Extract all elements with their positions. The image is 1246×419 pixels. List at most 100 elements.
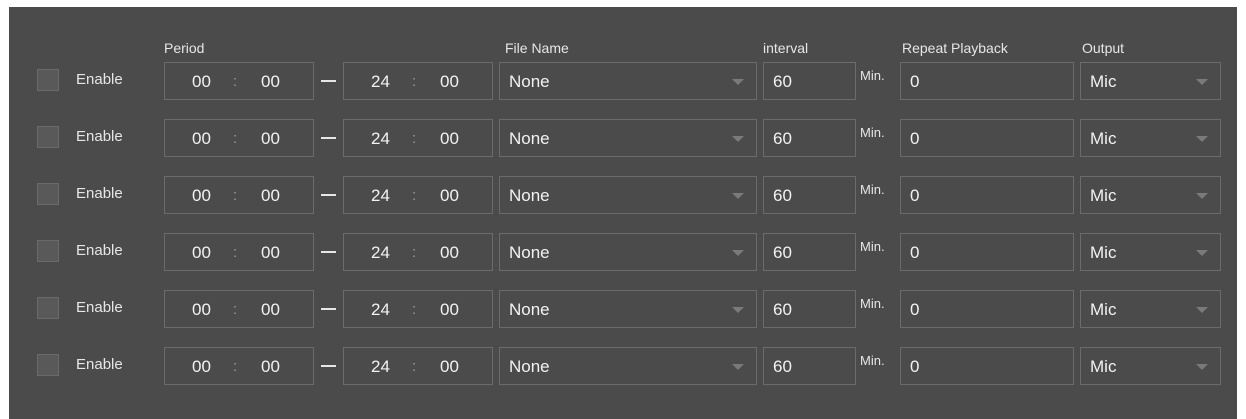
interval-value: 60 [773,243,792,262]
repeat-playback-input[interactable]: 0 [900,347,1074,385]
output-select[interactable]: Mic [1080,119,1221,157]
start-hour[interactable]: 00 [192,186,211,206]
interval-value: 60 [773,300,792,319]
chevron-down-icon [732,250,744,256]
start-hour[interactable]: 00 [192,243,211,263]
output-select[interactable]: Mic [1080,290,1221,328]
end-hour[interactable]: 24 [371,72,390,92]
end-minute[interactable]: 00 [440,129,459,149]
interval-unit-label: Min. [860,68,885,83]
schedule-row: Enable 00 : 00 24 : 00 None 60 Min. 0 Mi… [9,233,1237,271]
repeat-playback-input[interactable]: 0 [900,62,1074,100]
file-name-select[interactable]: None [499,347,757,385]
chevron-down-icon [732,364,744,370]
interval-unit-label: Min. [860,353,885,368]
end-hour[interactable]: 24 [371,243,390,263]
interval-input[interactable]: 60 [763,233,856,271]
schedule-row: Enable 00 : 00 24 : 00 None 60 Min. 0 Mi… [9,290,1237,328]
output-select[interactable]: Mic [1080,347,1221,385]
start-hour[interactable]: 00 [192,300,211,320]
end-hour[interactable]: 24 [371,129,390,149]
start-minute[interactable]: 00 [261,129,280,149]
end-time-field[interactable]: 24 : 00 [343,233,493,271]
interval-input[interactable]: 60 [763,290,856,328]
interval-input[interactable]: 60 [763,176,856,214]
header-interval: interval [763,40,809,56]
end-time-field[interactable]: 24 : 00 [343,347,493,385]
end-time-field[interactable]: 24 : 00 [343,119,493,157]
enable-checkbox[interactable] [37,354,59,376]
period-dash [321,308,336,310]
repeat-playback-input[interactable]: 0 [900,176,1074,214]
schedule-row: Enable 00 : 00 24 : 00 None 60 Min. 0 Mi… [9,176,1237,214]
output-select[interactable]: Mic [1080,176,1221,214]
file-name-value: None [509,129,550,148]
end-hour[interactable]: 24 [371,300,390,320]
enable-label: Enable [76,299,123,316]
output-value: Mic [1090,129,1117,148]
end-minute[interactable]: 00 [440,243,459,263]
interval-value: 60 [773,129,792,148]
header-output: Output [1082,40,1125,56]
file-name-value: None [509,357,550,376]
start-hour[interactable]: 00 [192,72,211,92]
output-value: Mic [1090,300,1117,319]
enable-checkbox[interactable] [37,297,59,319]
enable-checkbox[interactable] [37,183,59,205]
start-time-field[interactable]: 00 : 00 [164,62,314,100]
end-minute[interactable]: 00 [440,72,459,92]
start-minute[interactable]: 00 [261,243,280,263]
start-time-separator: : [233,301,238,318]
interval-unit-label: Min. [860,182,885,197]
enable-checkbox[interactable] [37,126,59,148]
enable-checkbox[interactable] [37,240,59,262]
end-hour[interactable]: 24 [371,186,390,206]
enable-label: Enable [76,128,123,145]
repeat-playback-value: 0 [910,72,920,91]
file-name-select[interactable]: None [499,119,757,157]
start-hour[interactable]: 00 [192,129,211,149]
repeat-playback-input[interactable]: 0 [900,119,1074,157]
repeat-playback-input[interactable]: 0 [900,290,1074,328]
start-time-field[interactable]: 00 : 00 [164,233,314,271]
repeat-playback-input[interactable]: 0 [900,233,1074,271]
output-select[interactable]: Mic [1080,233,1221,271]
end-minute[interactable]: 00 [440,186,459,206]
file-name-select[interactable]: None [499,62,757,100]
start-minute[interactable]: 00 [261,300,280,320]
start-minute[interactable]: 00 [261,357,280,377]
end-time-field[interactable]: 24 : 00 [343,290,493,328]
output-value: Mic [1090,186,1117,205]
output-select[interactable]: Mic [1080,62,1221,100]
interval-input[interactable]: 60 [763,347,856,385]
file-name-select[interactable]: None [499,233,757,271]
repeat-playback-value: 0 [910,186,920,205]
start-minute[interactable]: 00 [261,186,280,206]
schedule-row: Enable 00 : 00 24 : 00 None 60 Min. 0 Mi… [9,62,1237,100]
start-time-field[interactable]: 00 : 00 [164,290,314,328]
chevron-down-icon [1196,136,1208,142]
start-minute[interactable]: 00 [261,72,280,92]
enable-label: Enable [76,71,123,88]
interval-input[interactable]: 60 [763,119,856,157]
start-hour[interactable]: 00 [192,357,211,377]
chevron-down-icon [1196,364,1208,370]
end-minute[interactable]: 00 [440,357,459,377]
end-time-field[interactable]: 24 : 00 [343,62,493,100]
start-time-separator: : [233,73,238,90]
enable-checkbox[interactable] [37,69,59,91]
file-name-select[interactable]: None [499,176,757,214]
period-dash [321,251,336,253]
end-minute[interactable]: 00 [440,300,459,320]
repeat-playback-value: 0 [910,357,920,376]
interval-input[interactable]: 60 [763,62,856,100]
file-name-select[interactable]: None [499,290,757,328]
end-time-separator: : [412,187,417,204]
end-hour[interactable]: 24 [371,357,390,377]
period-dash [321,137,336,139]
start-time-field[interactable]: 00 : 00 [164,119,314,157]
start-time-field[interactable]: 00 : 00 [164,347,314,385]
end-time-field[interactable]: 24 : 00 [343,176,493,214]
enable-label: Enable [76,356,123,373]
start-time-field[interactable]: 00 : 00 [164,176,314,214]
